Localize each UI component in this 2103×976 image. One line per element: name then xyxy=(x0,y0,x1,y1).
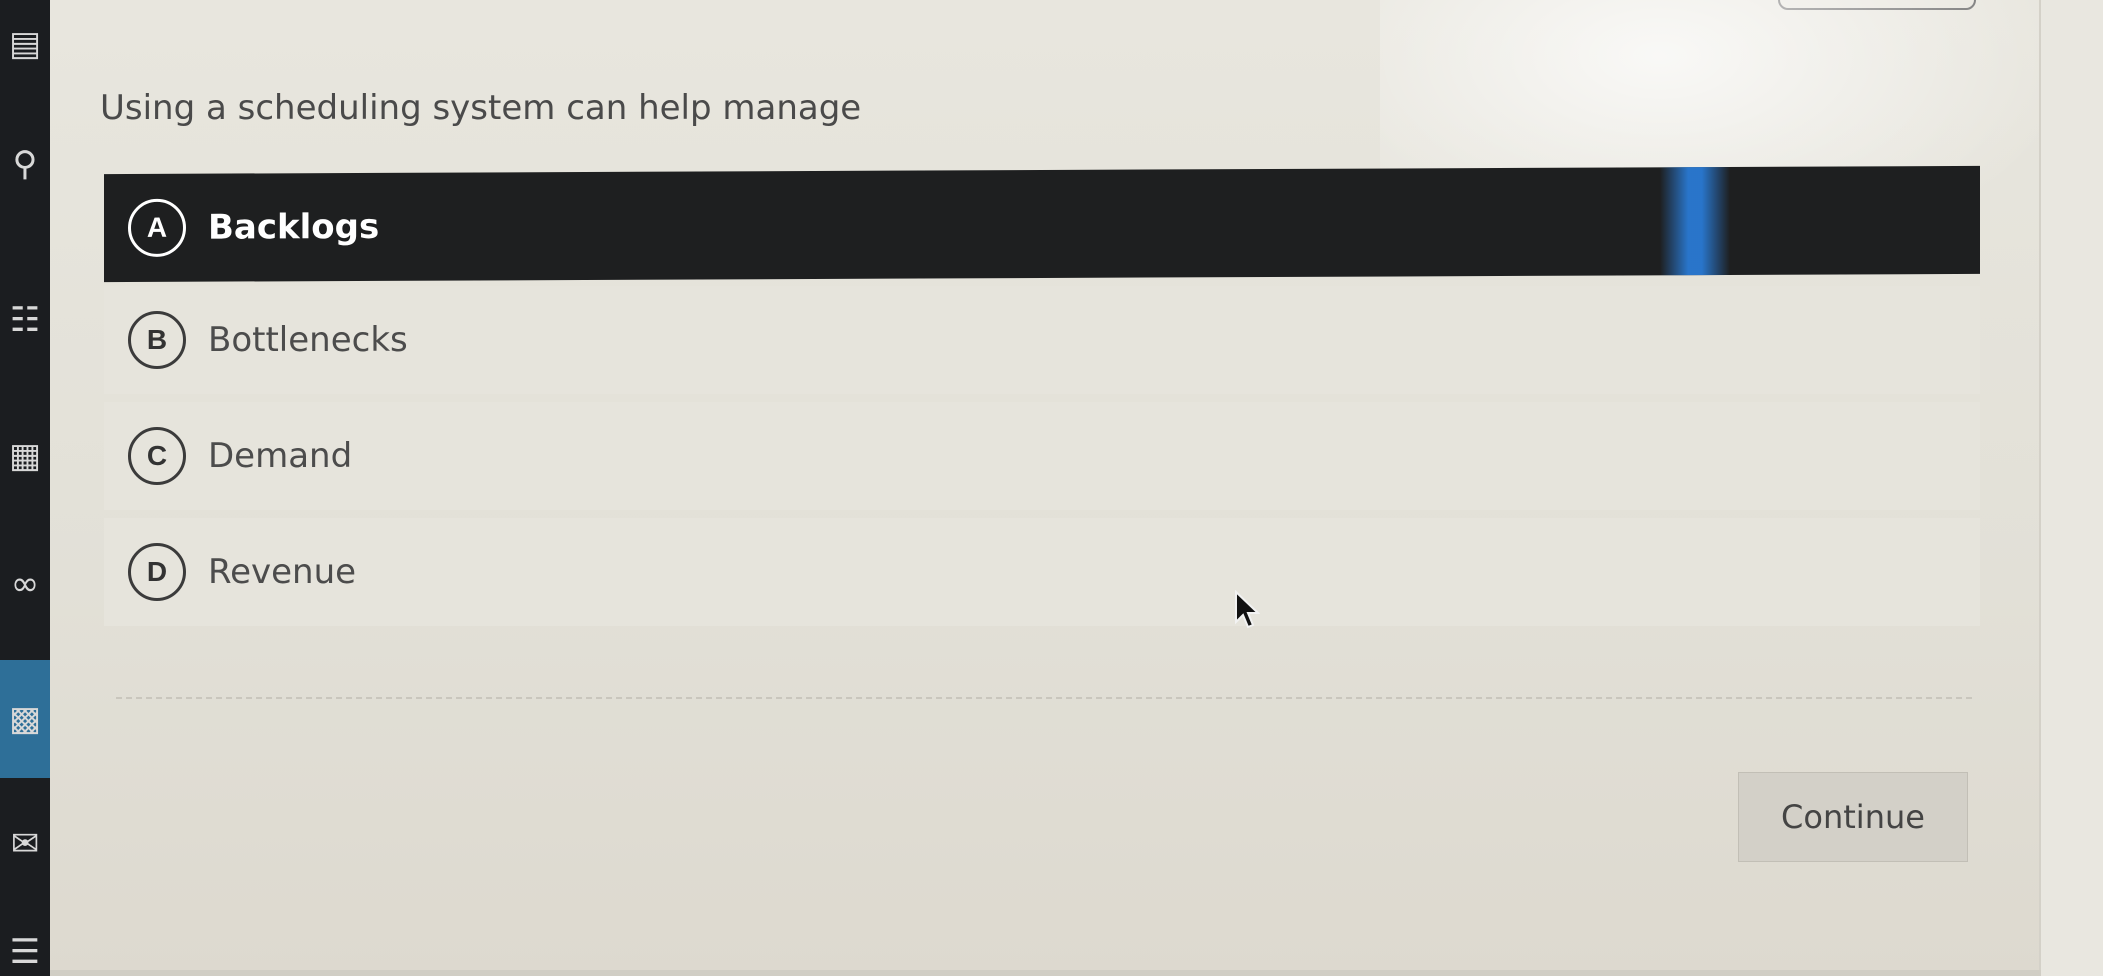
sidebar: ▤ ⚲ ☷ ▦ ∞ ▩ ✉ ☰ xyxy=(0,0,50,976)
page-right-edge xyxy=(2039,0,2103,976)
option-a[interactable]: A Backlogs xyxy=(104,165,1980,283)
option-b-label: Bottlenecks xyxy=(208,320,408,360)
people-icon[interactable]: ∞ xyxy=(0,552,50,616)
option-c-badge: C xyxy=(128,427,186,485)
dashed-divider xyxy=(116,697,1972,699)
top-button-fragment xyxy=(1778,0,1976,10)
answer-options: A Backlogs B Bottlenecks C Demand D Reve… xyxy=(104,165,1980,634)
option-b[interactable]: B Bottlenecks xyxy=(104,286,1980,394)
screen-reflection xyxy=(1660,166,1730,276)
calculator-icon[interactable]: ▦ xyxy=(0,424,50,488)
question-text: Using a scheduling system can help manag… xyxy=(100,88,862,128)
book-icon[interactable]: ▤ xyxy=(0,12,50,76)
option-b-badge: B xyxy=(128,311,186,369)
option-a-badge: A xyxy=(128,198,186,257)
globe-icon[interactable]: ☷ xyxy=(0,288,50,352)
option-d-label: Revenue xyxy=(208,552,357,592)
continue-button[interactable]: Continue xyxy=(1738,772,1968,862)
option-c-label: Demand xyxy=(208,436,353,476)
option-d[interactable]: D Revenue xyxy=(104,518,1980,626)
option-d-badge: D xyxy=(128,543,186,601)
search-icon[interactable]: ⚲ xyxy=(0,132,50,196)
document-icon[interactable]: ☰ xyxy=(0,920,50,976)
page-bottom-edge xyxy=(50,970,2041,976)
option-a-label: Backlogs xyxy=(208,206,380,248)
calendar-icon[interactable]: ▩ xyxy=(0,660,50,778)
mail-icon[interactable]: ✉ xyxy=(0,812,50,876)
quiz-screen: ▤ ⚲ ☷ ▦ ∞ ▩ ✉ ☰ Using a scheduling syste… xyxy=(0,0,2103,976)
option-c[interactable]: C Demand xyxy=(104,402,1980,510)
